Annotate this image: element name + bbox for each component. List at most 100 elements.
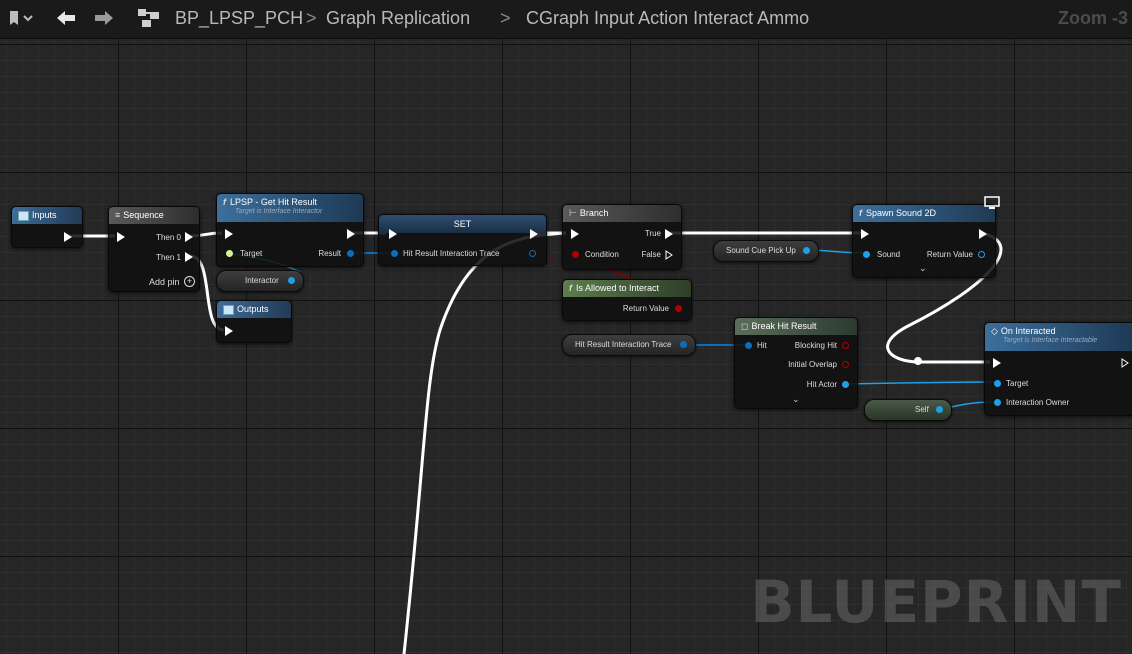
node-subtitle: Target is Interface Interactor [235,208,323,215]
variable-label: Interactor [245,276,279,285]
node-title: On Interacted [1000,326,1056,336]
condition-pin[interactable] [572,251,579,258]
add-pin-button[interactable]: Add pin [149,277,180,287]
node-title: Sequence [123,210,164,220]
then-1-label: Then 1 [156,253,181,262]
hit-pin[interactable] [745,342,752,349]
get-hit-result-node[interactable]: f LPSP - Get Hit Result Target is Interfa… [216,193,364,267]
branch-icon: ⊢ [569,208,577,218]
true-pin[interactable] [665,229,673,239]
break-hit-result-node[interactable]: ◻ Break Hit Result Hit Blocking Hit Initi… [734,317,858,409]
function-entry-icon [18,210,29,221]
breadcrumb-item-blueprint[interactable]: BP_LPSP_PCH [175,0,303,36]
breadcrumb-separator: > [500,8,511,28]
return-value-pin[interactable] [675,305,682,312]
target-label: Target [240,249,263,258]
chevron-down-icon[interactable]: ⌄ [792,394,800,405]
exec-in-pin[interactable] [117,232,125,242]
interaction-owner-label: Interaction Owner [1006,398,1070,407]
node-title: Branch [579,208,609,218]
false-label: False [641,250,661,259]
function-result-icon [223,304,234,315]
node-title: Outputs [237,304,269,314]
interactor-variable[interactable]: Interactor [216,270,304,292]
zoom-level: Zoom -3 [1058,8,1128,28]
target-pin[interactable] [226,250,233,257]
sound-label: Sound [877,250,901,259]
function-icon: f [223,197,226,207]
exec-out-pin[interactable] [64,232,72,242]
target-label: Target [1006,379,1029,388]
chevron-down-icon[interactable]: ⌄ [919,263,927,274]
is-allowed-node[interactable]: f Is Allowed to Interact Return Value [562,279,692,321]
return-value-pin[interactable] [978,251,985,258]
variable-label: Hit Result Interaction Trace [575,340,672,349]
initial-overlap-pin[interactable] [842,361,849,368]
self-label: Self [915,405,929,414]
node-subtitle: Target is Interface Interactable [1003,337,1098,344]
exec-in-pin[interactable] [993,358,1001,368]
sequence-node[interactable]: ≡ Sequence Then 0 Then 1 Add pin + [108,206,200,292]
add-icon[interactable]: + [184,276,195,287]
false-pin[interactable] [665,250,673,260]
hit-result-in-pin[interactable] [391,250,398,257]
exec-out-pin[interactable] [530,229,538,239]
then-0-pin[interactable] [185,232,193,242]
breadcrumb-item-current[interactable]: CGraph Input Action Interact Ammo [526,0,809,36]
exec-in-pin[interactable] [861,229,869,239]
breadcrumb-item-graph[interactable]: Graph Replication [326,0,470,36]
interaction-owner-pin[interactable] [994,399,1001,406]
breadcrumb-separator: > [306,8,317,28]
branch-node[interactable]: ⊢ Branch True Condition False [562,204,682,270]
graph-icon [136,0,162,38]
exec-in-pin[interactable] [225,229,233,239]
node-title: Break Hit Result [751,321,817,331]
true-label: True [644,229,661,238]
target-pin[interactable] [994,380,1001,387]
spawn-sound-node[interactable]: f Spawn Sound 2D Sound Return Value ⌄ [852,204,996,278]
exec-out-pin[interactable] [347,229,355,239]
break-icon: ◻ [741,321,749,331]
hit-result-pin[interactable] [680,341,687,348]
interactor-pin[interactable] [288,277,295,284]
outputs-node[interactable]: Outputs [216,300,292,343]
result-pin[interactable] [347,250,354,257]
node-title: LPSP - Get Hit Result [230,197,317,207]
hit-result-getter[interactable]: Hit Result Interaction Trace [562,334,696,356]
blocking-hit-pin[interactable] [842,342,849,349]
node-title: Inputs [32,210,57,220]
arrow-right-icon[interactable] [92,0,116,38]
exec-out-pin[interactable] [1121,358,1129,368]
sound-cue-pin[interactable] [803,247,810,254]
exec-out-pin[interactable] [979,229,987,239]
client-only-icon [984,196,1000,209]
node-title: Spawn Sound 2D [866,208,937,218]
node-title: Is Allowed to Interact [576,283,660,293]
node-title: SET [453,219,472,229]
sound-cue-variable[interactable]: Sound Cue Pick Up [713,240,819,262]
blueprint-watermark: BLUEPRINT [750,568,1122,636]
blocking-hit-label: Blocking Hit [794,341,837,350]
variable-label: Sound Cue Pick Up [726,246,796,255]
sound-pin[interactable] [863,251,870,258]
hit-actor-label: Hit Actor [806,380,837,389]
exec-in-pin[interactable] [225,326,233,336]
message-icon: ◇ [991,326,998,336]
initial-overlap-label: Initial Overlap [788,360,837,369]
variable-label: Hit Result Interaction Trace [403,249,500,258]
exec-in-pin[interactable] [389,229,397,239]
then-1-pin[interactable] [185,252,193,262]
hit-actor-pin[interactable] [842,381,849,388]
exec-in-pin[interactable] [571,229,579,239]
hit-result-out-pin[interactable] [529,250,536,257]
set-node[interactable]: SET Hit Result Interaction Trace [378,214,547,266]
bookmark-icon[interactable] [8,0,36,38]
inputs-node[interactable]: Inputs [11,206,83,248]
self-reference[interactable]: Self [864,399,952,421]
on-interacted-node[interactable]: ◇ On Interacted Target is Interface Inter… [984,322,1132,416]
result-label: Result [318,249,341,258]
hit-label: Hit [757,341,767,350]
self-pin[interactable] [936,406,943,413]
arrow-left-icon[interactable] [54,0,78,38]
function-icon: f [859,208,862,218]
